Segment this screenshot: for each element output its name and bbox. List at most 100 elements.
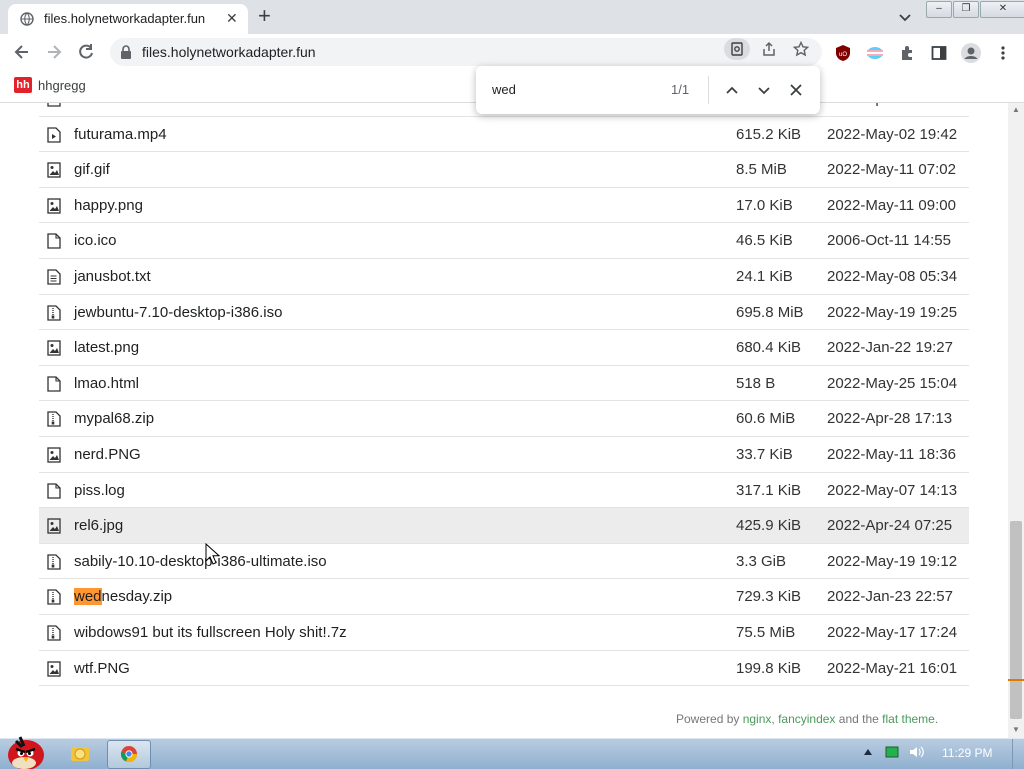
file-size: 680.4 KiB xyxy=(736,339,802,357)
table-row[interactable]: ico.ico 46.5 KiB 2006-Oct-11 14:55 xyxy=(39,223,969,259)
reload-icon[interactable] xyxy=(76,42,96,62)
chrome-taskbar-button[interactable] xyxy=(107,740,151,769)
image-file-icon xyxy=(47,447,61,463)
file-size: 17.0 KiB xyxy=(736,196,793,214)
file-size: 317.1 KiB xyxy=(736,481,802,499)
side-panel-icon[interactable] xyxy=(928,42,950,64)
file-name-link[interactable]: mypal68.zip xyxy=(74,410,154,427)
file-name-link[interactable]: fishe.exe xyxy=(74,103,134,107)
file-name-link[interactable]: rel6.jpg xyxy=(74,517,123,534)
trans-flag-extension-icon[interactable] xyxy=(864,42,886,64)
page-scrollbar[interactable]: ▲ ▼ xyxy=(1008,103,1024,738)
table-row[interactable]: piss.log 317.1 KiB 2022-May-07 14:13 xyxy=(39,473,969,509)
find-divider xyxy=(708,76,709,104)
windows-taskbar: 11:29 PM xyxy=(0,736,1024,769)
file-name-link[interactable]: gif.gif xyxy=(74,161,110,178)
minimize-button[interactable]: – xyxy=(926,1,952,18)
address-bar[interactable]: files.holynetworkadapter.fun xyxy=(110,38,822,66)
file-name-link[interactable]: ico.ico xyxy=(74,232,117,249)
file-explorer-folder-icon[interactable] xyxy=(66,743,96,765)
file-size: 425.9 KiB xyxy=(736,517,802,535)
close-window-button[interactable]: ✕ xyxy=(980,1,1024,18)
table-row[interactable]: latest.png 680.4 KiB 2022-Jan-22 19:27 xyxy=(39,330,969,366)
tab-search-icon[interactable] xyxy=(896,8,914,26)
file-table: fishe.exe784.5 KiB2022-Apr-13 21:51futur… xyxy=(39,103,969,687)
kebab-menu-icon[interactable] xyxy=(992,42,1014,64)
file-size: 46.5 KiB xyxy=(736,232,793,250)
scroll-thumb[interactable] xyxy=(1010,521,1022,719)
file-name-link[interactable]: happy.png xyxy=(74,197,143,214)
table-row[interactable]: gif.gif 8.5 MiB 2022-May-11 07:02 xyxy=(39,152,969,188)
globe-icon xyxy=(20,12,34,26)
file-date: 2006-Oct-11 14:55 xyxy=(827,232,951,250)
file-name-link[interactable]: sabily-10.10-desktop-i386-ultimate.iso xyxy=(74,553,327,570)
forward-arrow-icon[interactable] xyxy=(44,42,64,62)
profile-avatar-icon[interactable] xyxy=(960,42,982,64)
table-row[interactable]: wtf.PNG 199.8 KiB 2022-May-21 16:01 xyxy=(39,651,969,687)
file-name-link[interactable]: latest.png xyxy=(74,339,139,356)
file-name-link[interactable]: janusbot.txt xyxy=(74,268,151,285)
file-size: 729.3 KiB xyxy=(736,588,802,606)
tab-close-icon[interactable]: ✕ xyxy=(226,10,238,27)
angry-bird-start-icon[interactable] xyxy=(2,731,48,769)
nginx-link[interactable]: nginx xyxy=(743,712,772,726)
file-date: 2022-May-08 05:34 xyxy=(827,267,958,285)
bookmark-label: hhgregg xyxy=(38,78,86,93)
file-name-link[interactable]: nerd.PNG xyxy=(74,446,141,463)
show-hidden-icons-arrow-icon[interactable] xyxy=(860,745,876,759)
file-name-link[interactable]: wtf.PNG xyxy=(74,660,130,677)
find-match-marker xyxy=(1008,679,1024,681)
lock-icon[interactable] xyxy=(120,45,132,59)
tab-active[interactable]: files.holynetworkadapter.fun ✕ xyxy=(8,4,248,34)
find-next-chevron-down-icon[interactable] xyxy=(754,80,774,100)
share-icon[interactable] xyxy=(756,38,782,60)
table-row[interactable]: jewbuntu-7.10-desktop-i386.iso 695.8 MiB 2… xyxy=(39,295,969,331)
url-text[interactable]: files.holynetworkadapter.fun xyxy=(142,44,316,60)
file-name-link[interactable]: piss.log xyxy=(74,482,125,499)
back-arrow-icon[interactable] xyxy=(12,42,32,62)
ublock-icon[interactable]: uO xyxy=(832,42,854,64)
puzzle-extensions-icon[interactable] xyxy=(896,42,918,64)
scroll-down-arrow-icon[interactable]: ▼ xyxy=(1012,725,1020,734)
table-row[interactable]: sabily-10.10-desktop-i386-ultimate.iso 3.… xyxy=(39,544,969,580)
file-name-link[interactable]: wibdows91 but its fullscreen Holy shit!.… xyxy=(74,624,347,641)
find-close-icon[interactable] xyxy=(786,80,806,100)
file-date: 2022-May-17 17:24 xyxy=(827,623,958,641)
table-row[interactable]: wibdows91 but its fullscreen Holy shit!.… xyxy=(39,615,969,651)
find-previous-chevron-up-icon[interactable] xyxy=(722,80,742,100)
scroll-up-arrow-icon[interactable]: ▲ xyxy=(1012,105,1020,114)
find-input[interactable]: wed xyxy=(492,82,516,97)
page-footer: Powered by nginx, fancyindex and the fla… xyxy=(676,712,938,726)
file-name-link[interactable]: futurama.mp4 xyxy=(74,126,167,143)
table-row[interactable]: wednesday.zip 729.3 KiB 2022-Jan-23 22:57 xyxy=(39,579,969,615)
table-row[interactable]: futurama.mp4 615.2 KiB 2022-May-02 19:42 xyxy=(39,117,969,153)
file-date: 2022-May-07 14:13 xyxy=(827,481,958,499)
archive-file-icon xyxy=(47,625,61,641)
taskbar-clock[interactable]: 11:29 PM xyxy=(942,746,992,760)
footer-text: Powered by xyxy=(676,712,743,726)
file-name-link[interactable]: lmao.html xyxy=(74,375,139,392)
new-tab-button[interactable]: + xyxy=(258,5,271,27)
show-desktop-button[interactable] xyxy=(1012,739,1024,769)
table-row[interactable]: lmao.html 518 B 2022-May-25 15:04 xyxy=(39,366,969,402)
restore-button[interactable]: ❐ xyxy=(953,1,979,18)
footer-text: . xyxy=(934,712,939,726)
battery-icon[interactable] xyxy=(884,745,900,759)
bookmark-star-icon[interactable] xyxy=(788,38,814,60)
fancyindex-link[interactable]: fancyindex xyxy=(778,712,835,726)
file-icon xyxy=(47,376,61,392)
table-row[interactable]: happy.png 17.0 KiB 2022-May-11 09:00 xyxy=(39,188,969,224)
file-listing-page: fishe.exe784.5 KiB2022-Apr-13 21:51futur… xyxy=(0,103,1008,738)
table-row[interactable]: janusbot.txt 24.1 KiB 2022-May-08 05:34 xyxy=(39,259,969,295)
table-row[interactable]: nerd.PNG 33.7 KiB 2022-May-11 18:36 xyxy=(39,437,969,473)
file-name-link[interactable]: wednesday.zip xyxy=(74,588,172,606)
flat-theme-link[interactable]: flat theme xyxy=(882,712,935,726)
find-in-page-icon[interactable] xyxy=(724,38,750,60)
image-file-icon xyxy=(47,340,61,356)
file-name-link[interactable]: jewbuntu-7.10-desktop-i386.iso xyxy=(74,304,282,321)
table-row[interactable]: mypal68.zip 60.6 MiB 2022-Apr-28 17:13 xyxy=(39,401,969,437)
find-highlight: wed xyxy=(74,588,102,606)
volume-icon[interactable] xyxy=(908,745,924,759)
table-row[interactable]: rel6.jpg 425.9 KiB 2022-Apr-24 07:25 xyxy=(39,508,969,544)
text-file-icon xyxy=(47,269,61,285)
